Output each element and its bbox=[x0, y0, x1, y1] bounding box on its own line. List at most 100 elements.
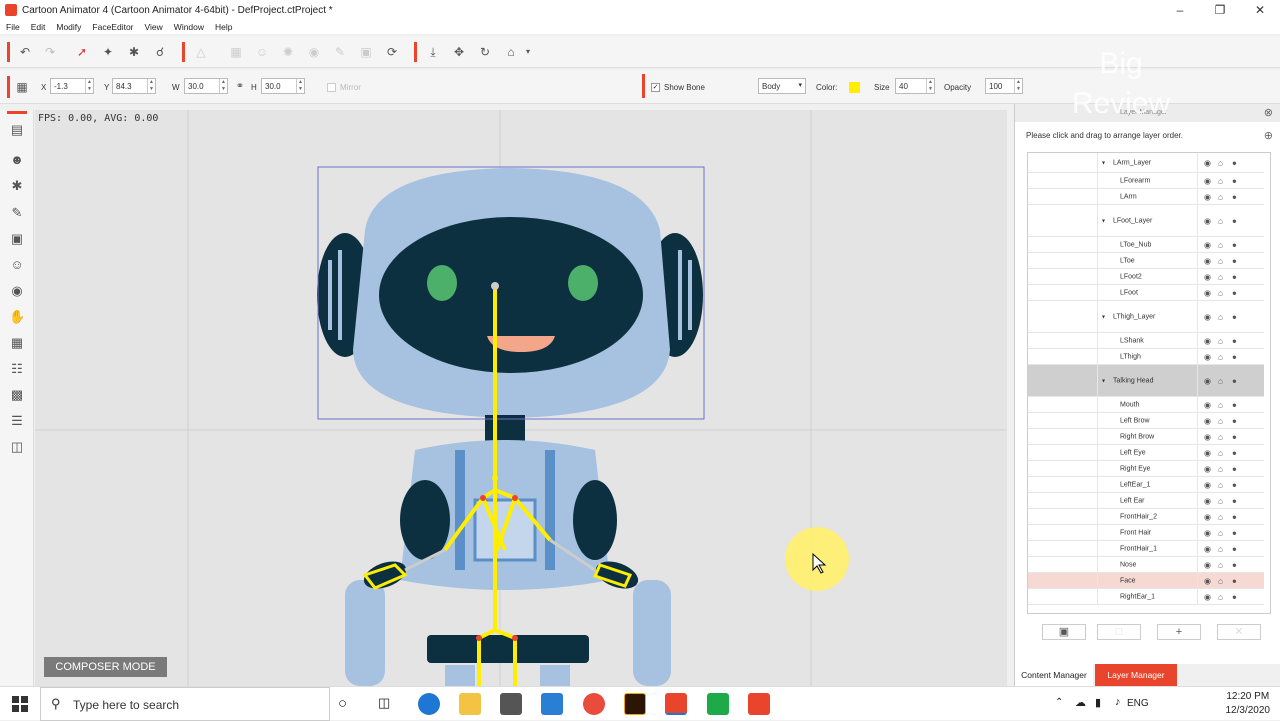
visibility-eye-icon[interactable]: ◉ bbox=[1204, 416, 1211, 425]
grid-tool-icon[interactable]: ▦ bbox=[228, 44, 244, 60]
timeline-icon[interactable]: ☰ bbox=[9, 413, 25, 429]
panel-close-icon[interactable]: ⊗ bbox=[1264, 106, 1273, 119]
mask-icon[interactable]: ● bbox=[1232, 560, 1237, 569]
duplicate-button[interactable]: □ bbox=[1097, 624, 1141, 640]
refresh-icon[interactable]: ⟳ bbox=[384, 44, 400, 60]
cartoon-animator-2-icon[interactable] bbox=[748, 693, 770, 715]
lock-icon[interactable]: ⌂ bbox=[1218, 528, 1223, 537]
layer-row[interactable]: LArm ◉ ⌂ ● bbox=[1028, 189, 1264, 205]
pin-tool-icon[interactable]: ✺ bbox=[280, 44, 296, 60]
mask-icon[interactable]: ● bbox=[1232, 216, 1237, 225]
tab-content-manager[interactable]: Content Manager bbox=[1015, 664, 1093, 686]
show-bone-checkbox[interactable]: ✓ bbox=[651, 83, 660, 92]
tray-chevron-icon[interactable]: ⌃ bbox=[1055, 697, 1063, 708]
h-field[interactable]: 30.0 ▲ ▼ bbox=[261, 78, 305, 94]
mask-icon[interactable]: ● bbox=[1232, 312, 1237, 321]
mask-icon[interactable]: ● bbox=[1232, 288, 1237, 297]
visibility-eye-icon[interactable]: ◉ bbox=[1204, 592, 1211, 601]
expand-arrow-icon[interactable]: ▾ bbox=[1102, 377, 1105, 384]
lock-icon[interactable]: ⌂ bbox=[1218, 272, 1223, 281]
layer-row[interactable]: Left Brow ◉ ⌂ ● bbox=[1028, 413, 1264, 429]
clock[interactable]: 12:20 PM 12/3/2020 bbox=[1226, 690, 1271, 718]
visibility-eye-icon[interactable]: ◉ bbox=[1204, 312, 1211, 321]
close-button[interactable]: ✕ bbox=[1240, 0, 1280, 20]
menu-file[interactable]: File bbox=[6, 22, 20, 32]
move-icon[interactable]: ✥ bbox=[451, 44, 467, 60]
layers-icon[interactable]: ☷ bbox=[9, 361, 25, 377]
deform-tool-icon[interactable]: △ bbox=[193, 44, 209, 60]
face-icon[interactable]: ☺ bbox=[9, 257, 25, 273]
eye-tool-icon[interactable]: ◉ bbox=[306, 44, 322, 60]
lock-ratio-icon[interactable]: ⚭ bbox=[232, 79, 248, 95]
maximize-button[interactable]: ❐ bbox=[1200, 0, 1240, 20]
lock-icon[interactable]: ⌂ bbox=[1218, 432, 1223, 441]
y-field[interactable]: 84.3 ▲ ▼ bbox=[112, 78, 156, 94]
bone-icon[interactable]: ✱ bbox=[9, 178, 25, 194]
mask-icon[interactable]: ● bbox=[1232, 192, 1237, 201]
visibility-eye-icon[interactable]: ◉ bbox=[1204, 576, 1211, 585]
visibility-eye-icon[interactable]: ◉ bbox=[1204, 288, 1211, 297]
grid-icon[interactable]: ▦ bbox=[14, 79, 30, 95]
lock-icon[interactable]: ⌂ bbox=[1218, 480, 1223, 489]
volume-icon[interactable]: ♪ bbox=[1115, 696, 1121, 708]
frame-tool-icon[interactable]: ▣ bbox=[358, 44, 374, 60]
layer-row[interactable]: LThigh_Layer ▾ ◉ ⌂ ● bbox=[1028, 301, 1264, 333]
mask-icon[interactable]: ● bbox=[1232, 158, 1237, 167]
visibility-eye-icon[interactable]: ◉ bbox=[1204, 528, 1211, 537]
layer-row[interactable]: Mouth ◉ ⌂ ● bbox=[1028, 397, 1264, 413]
lock-icon[interactable]: ⌂ bbox=[1218, 376, 1223, 385]
mask-icon[interactable]: ● bbox=[1232, 512, 1237, 521]
brush-tool-icon[interactable]: ✎ bbox=[332, 44, 348, 60]
mask-icon[interactable]: ● bbox=[1232, 352, 1237, 361]
mask-icon[interactable]: ● bbox=[1232, 528, 1237, 537]
mask-icon[interactable]: ● bbox=[1232, 376, 1237, 385]
task-view-icon[interactable]: ◫ bbox=[378, 695, 390, 711]
stage-canvas[interactable] bbox=[35, 110, 1007, 686]
lock-icon[interactable]: ⌂ bbox=[1218, 158, 1223, 167]
network-icon[interactable]: ☁ bbox=[1075, 696, 1086, 709]
link-tool-icon[interactable]: ☌ bbox=[152, 44, 168, 60]
layer-row[interactable]: FrontHair_2 ◉ ⌂ ● bbox=[1028, 509, 1264, 525]
visibility-eye-icon[interactable]: ◉ bbox=[1204, 240, 1211, 249]
layer-row[interactable]: LFoot_Layer ▾ ◉ ⌂ ● bbox=[1028, 205, 1264, 237]
pivot-icon[interactable]: ⤓ bbox=[425, 44, 441, 60]
mask-icon[interactable]: ● bbox=[1232, 240, 1237, 249]
battery-icon[interactable]: ▮ bbox=[1095, 696, 1101, 709]
store-icon[interactable] bbox=[500, 693, 522, 715]
lock-icon[interactable]: ⌂ bbox=[1218, 400, 1223, 409]
menu-edit[interactable]: Edit bbox=[31, 22, 46, 32]
layer-row[interactable]: Front Hair ◉ ⌂ ● bbox=[1028, 525, 1264, 541]
edge-icon[interactable] bbox=[418, 693, 440, 715]
lock-icon[interactable]: ⌂ bbox=[1218, 256, 1223, 265]
layer-row[interactable]: LToe_Nub ◉ ⌂ ● bbox=[1028, 237, 1264, 253]
layer-row[interactable]: Talking Head ▾ ◉ ⌂ ● bbox=[1028, 365, 1264, 397]
visibility-eye-icon[interactable]: ◉ bbox=[1204, 560, 1211, 569]
lock-icon[interactable]: ⌂ bbox=[1218, 512, 1223, 521]
layer-row[interactable]: Face ◉ ⌂ ● bbox=[1028, 573, 1264, 589]
lock-icon[interactable]: ⌂ bbox=[1218, 288, 1223, 297]
lock-icon[interactable]: ⌂ bbox=[1218, 448, 1223, 457]
visibility-eye-icon[interactable]: ◉ bbox=[1204, 464, 1211, 473]
layer-row[interactable]: Right Brow ◉ ⌂ ● bbox=[1028, 429, 1264, 445]
visibility-eye-icon[interactable]: ◉ bbox=[1204, 496, 1211, 505]
delete-layer-button[interactable]: ✕ bbox=[1217, 624, 1261, 640]
layer-list[interactable]: LArm_Layer ▾ ◉ ⌂ ● LForearm ◉ ⌂ ● LArm ◉ ⌂ ● LFoot_La… bbox=[1027, 152, 1271, 614]
visibility-eye-icon[interactable]: ◉ bbox=[1204, 376, 1211, 385]
illustrator-icon[interactable] bbox=[624, 693, 646, 715]
layer-row[interactable]: Right Eye ◉ ⌂ ● bbox=[1028, 461, 1264, 477]
w-field[interactable]: 30.0 ▲ ▼ bbox=[184, 78, 228, 94]
visibility-eye-icon[interactable]: ◉ bbox=[1204, 400, 1211, 409]
head-icon[interactable]: ◉ bbox=[9, 283, 25, 299]
lock-icon[interactable]: ⌂ bbox=[1218, 216, 1223, 225]
visibility-eye-icon[interactable]: ◉ bbox=[1204, 352, 1211, 361]
transform-select-icon[interactable]: ✦ bbox=[100, 44, 116, 60]
hand-icon[interactable]: ✋ bbox=[9, 309, 25, 325]
mask-icon[interactable]: ● bbox=[1232, 256, 1237, 265]
menu-faceeditor[interactable]: FaceEditor bbox=[92, 22, 133, 32]
layer-row[interactable]: LForearm ◉ ⌂ ● bbox=[1028, 173, 1264, 189]
mirror-checkbox[interactable] bbox=[327, 83, 336, 92]
file-explorer-icon[interactable] bbox=[459, 693, 481, 715]
size-field[interactable]: 40 ▲ ▼ bbox=[895, 78, 935, 94]
lock-icon[interactable]: ⌂ bbox=[1218, 416, 1223, 425]
menu-help[interactable]: Help bbox=[215, 22, 232, 32]
